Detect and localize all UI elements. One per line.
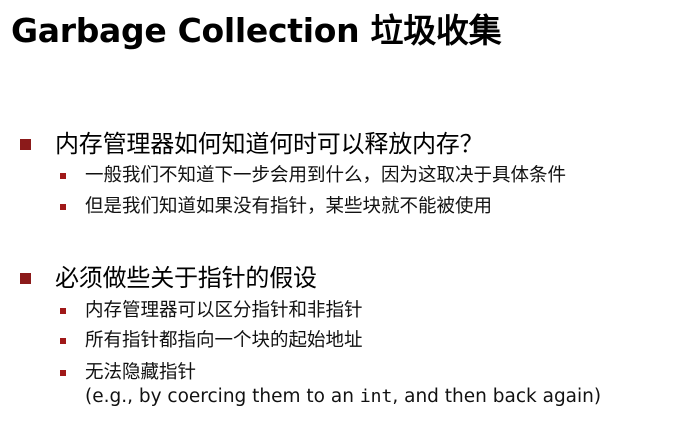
list-item-text: 内存管理器可以区分指针和非指针 — [85, 300, 363, 321]
section-2-heading: 必须做些关于指针的假设 — [55, 264, 317, 292]
note-text-after: , and then back again) — [392, 386, 602, 407]
square-bullet-icon — [60, 338, 66, 344]
slide-title: Garbage Collection 垃圾收集 — [11, 11, 502, 50]
section-2-item-3: 无法隐藏指针 — [60, 360, 196, 386]
note-text-before: (e.g., by coercing them to an — [85, 386, 360, 407]
section-1-item-2: 但是我们知道如果没有指针，某些块就不能被使用 — [60, 194, 492, 220]
square-bullet-icon — [20, 138, 31, 150]
section-2-bullet: 必须做些关于指针的假设 — [20, 262, 317, 294]
section-2-item-2: 所有指针都指向一个块的起始地址 — [60, 328, 363, 354]
list-item-text: 所有指针都指向一个块的起始地址 — [85, 330, 363, 351]
code-keyword: int — [359, 386, 393, 407]
section-2-item-3-note: (e.g., by coercing them to an int, and t… — [85, 384, 601, 410]
square-bullet-icon — [60, 308, 66, 314]
square-bullet-icon — [60, 370, 66, 376]
list-item-text: 一般我们不知道下一步会用到什么，因为这取决于具体条件 — [85, 165, 567, 186]
list-item-text: 无法隐藏指针 — [85, 362, 197, 383]
square-bullet-icon — [20, 272, 31, 284]
section-1-item-1: 一般我们不知道下一步会用到什么，因为这取决于具体条件 — [60, 163, 566, 189]
section-1-bullet: 内存管理器如何知道何时可以释放内存？ — [20, 128, 484, 160]
section-2-item-1: 内存管理器可以区分指针和非指针 — [60, 298, 363, 324]
square-bullet-icon — [60, 173, 66, 179]
square-bullet-icon — [60, 204, 66, 210]
list-item-text: 但是我们知道如果没有指针，某些块就不能被使用 — [85, 196, 493, 217]
section-1-heading: 内存管理器如何知道何时可以释放内存？ — [55, 130, 484, 158]
